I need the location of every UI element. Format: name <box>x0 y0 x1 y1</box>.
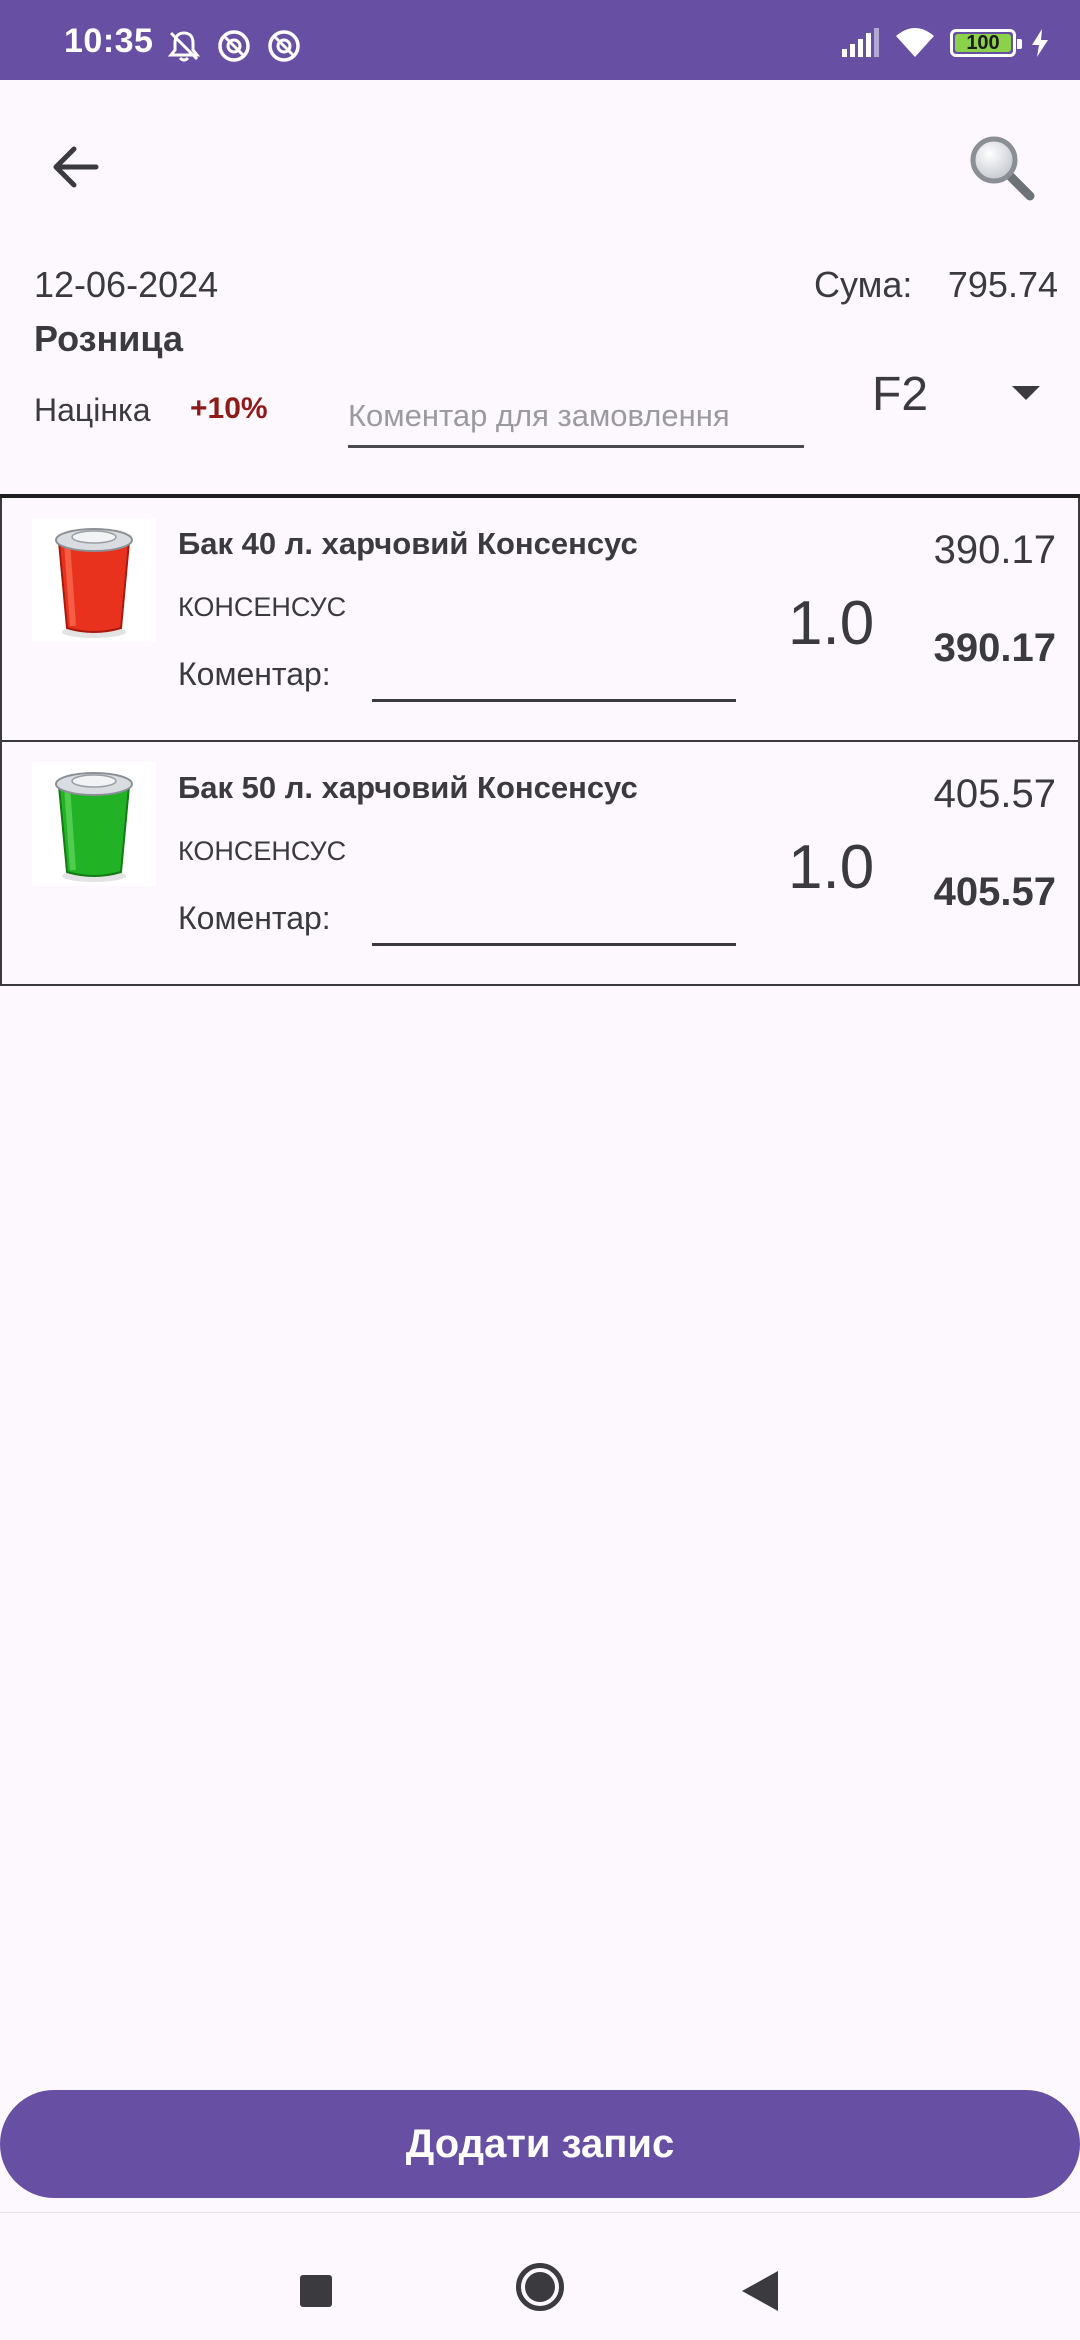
recents-icon[interactable] <box>300 2275 332 2307</box>
data-saver-icon <box>266 28 302 64</box>
search-icon[interactable] <box>966 132 1038 204</box>
dropdown-arrow-icon <box>1012 386 1040 400</box>
navigation-bar <box>0 2212 1080 2340</box>
product-list: Бак 40 л. харчовий Консенсус КОНСЕНСУС К… <box>0 498 1080 986</box>
product-comment-label: Коментар: <box>178 656 331 692</box>
product-brand: КОНСЕНСУС <box>178 592 347 622</box>
product-total: 390.17 <box>933 626 1056 670</box>
product-comment-label: Коментар: <box>178 900 331 936</box>
order-date[interactable]: 12-06-2024 <box>34 264 218 306</box>
order-comment-input[interactable] <box>348 376 804 448</box>
green-barrel-icon <box>55 772 133 882</box>
markup-value[interactable]: +10% <box>190 392 268 426</box>
warehouse-value: F2 <box>872 367 929 421</box>
signal-icon <box>840 27 880 59</box>
product-row[interactable]: Бак 50 л. харчовий Консенсус КОНСЕНСУС К… <box>0 742 1080 986</box>
status-time: 10:35 <box>64 22 154 60</box>
add-record-button[interactable]: Додати запис <box>0 2090 1080 2198</box>
product-price: 405.57 <box>933 772 1056 816</box>
product-comment-input[interactable] <box>372 892 736 946</box>
data-saver-icon <box>216 28 252 64</box>
notifications-off-icon <box>166 28 202 64</box>
status-notification-icons <box>166 28 302 64</box>
price-type[interactable]: Розница <box>34 318 183 360</box>
sum-label: Сума: <box>814 264 913 305</box>
nav-back-icon[interactable] <box>742 2271 778 2311</box>
home-icon[interactable] <box>516 2263 564 2311</box>
markup-label: Націнка <box>34 392 151 428</box>
wifi-icon <box>894 26 936 60</box>
product-price: 390.17 <box>933 528 1056 572</box>
product-brand: КОНСЕНСУС <box>178 836 347 866</box>
product-total: 405.57 <box>933 870 1056 914</box>
product-image <box>32 518 156 642</box>
product-image <box>32 762 156 886</box>
arrow-back-icon[interactable] <box>46 136 108 198</box>
sum-value: 795.74 <box>947 264 1058 305</box>
warehouse-dropdown[interactable]: F2 <box>860 356 1060 432</box>
battery-level: 100 <box>966 31 1000 54</box>
product-quantity[interactable]: 1.0 <box>788 832 874 903</box>
battery-icon: 100 <box>950 29 1022 57</box>
product-quantity[interactable]: 1.0 <box>788 588 874 659</box>
charging-icon <box>1030 28 1050 58</box>
red-barrel-icon <box>55 528 133 638</box>
status-system-icons: 100 <box>840 26 1050 60</box>
product-comment-input[interactable] <box>372 648 736 702</box>
status-bar: 10:35 100 <box>0 0 1080 80</box>
product-name: Бак 40 л. харчовий Консенсус <box>178 526 638 561</box>
product-row[interactable]: Бак 40 л. харчовий Консенсус КОНСЕНСУС К… <box>0 498 1080 742</box>
product-name: Бак 50 л. харчовий Консенсус <box>178 770 638 805</box>
